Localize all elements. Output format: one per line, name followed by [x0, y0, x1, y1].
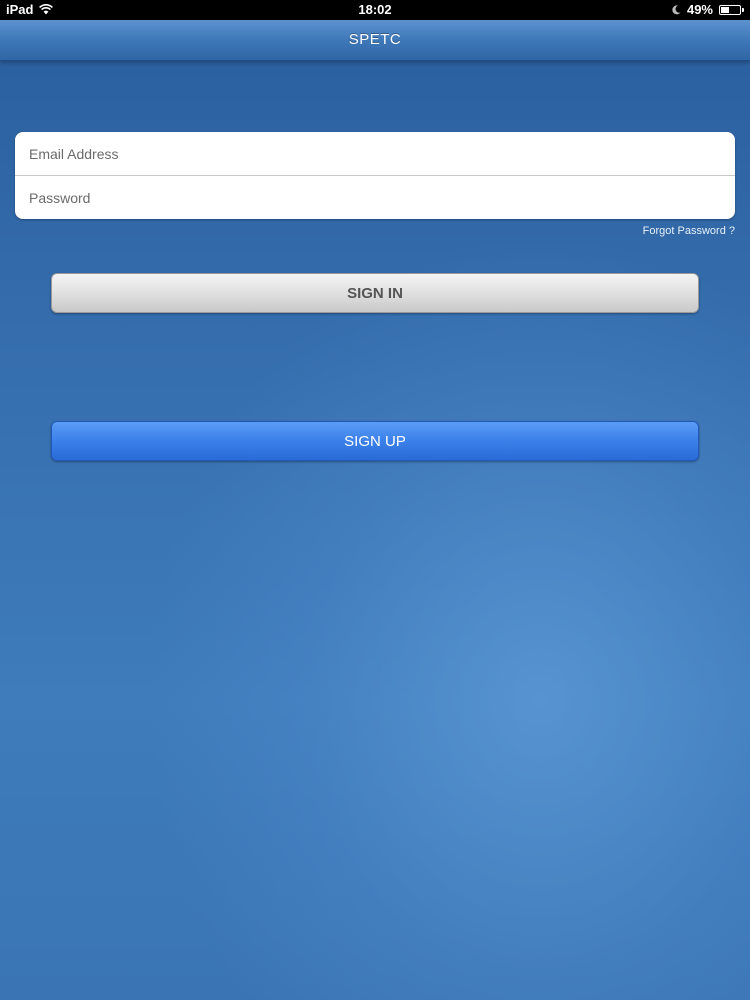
- page-title: SPETC: [348, 31, 402, 48]
- moon-icon: [672, 4, 681, 15]
- forgot-password-link[interactable]: Forgot Password ?: [643, 225, 735, 237]
- battery-icon: [719, 4, 744, 15]
- email-field[interactable]: [15, 132, 735, 175]
- status-time: 18:02: [358, 2, 392, 17]
- sign-in-button[interactable]: SIGN IN: [51, 273, 699, 313]
- battery-percent: 49%: [686, 2, 713, 17]
- password-field[interactable]: [15, 176, 735, 219]
- battery-fill: [721, 6, 729, 13]
- status-bar: iPad 18:02 49%: [0, 0, 750, 20]
- status-bar-right: 49%: [672, 2, 744, 17]
- navigation-bar: SPETC: [0, 20, 750, 61]
- sign-up-button[interactable]: SIGN UP: [51, 421, 699, 461]
- login-form: [15, 132, 735, 219]
